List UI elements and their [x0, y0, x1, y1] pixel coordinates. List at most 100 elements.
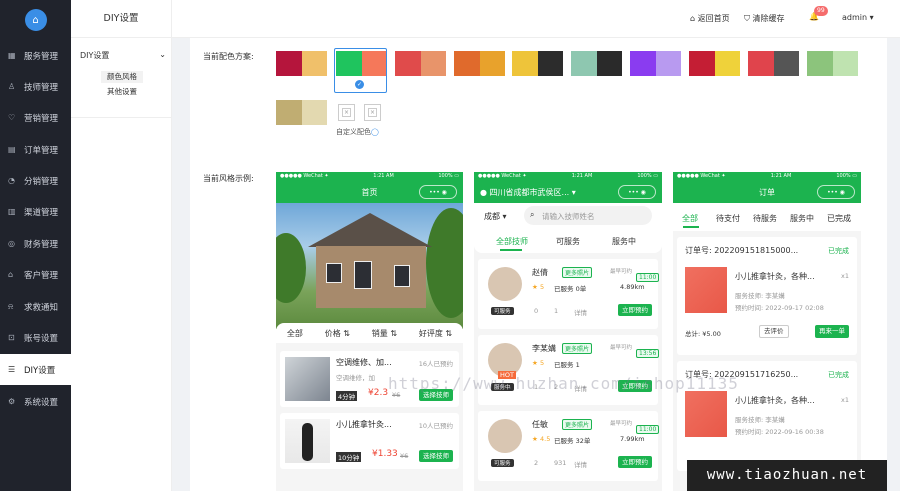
- tab-pending-pay[interactable]: 待支付: [716, 213, 740, 224]
- custom-color-1[interactable]: ×: [338, 104, 355, 121]
- sidebar-item-finance[interactable]: ◎ 财务管理: [0, 228, 71, 259]
- sub-item-color-style[interactable]: 颜色风格: [101, 71, 143, 83]
- user-menu[interactable]: admin ▾: [842, 13, 874, 22]
- sidebar-item-label: 账号设置: [24, 333, 59, 344]
- sidebar-item-customer[interactable]: ⌂ 客户管理: [0, 259, 71, 290]
- filter-sales[interactable]: 销量 ⇅: [372, 328, 397, 339]
- distance: 7.99km: [620, 435, 645, 443]
- sidebar-item-distribution[interactable]: ◔ 分销管理: [0, 165, 71, 196]
- star-icon: ★: [532, 359, 538, 367]
- tab-pending-service[interactable]: 待服务: [753, 213, 777, 224]
- swatch-primary: [454, 51, 480, 76]
- search-icon: ⌕: [530, 210, 535, 219]
- color-swatch-9[interactable]: [748, 51, 799, 76]
- order-appt: 预约时间: 2022-09-17 02:08: [735, 304, 824, 312]
- return-home-link[interactable]: ⌂ 返回首页: [690, 13, 730, 24]
- book-now-button[interactable]: 立即预约: [618, 304, 652, 316]
- sidebar-item-label: 订单管理: [24, 145, 59, 156]
- tab-all-techs[interactable]: 全部技师: [496, 236, 528, 247]
- sidebar-item-sos[interactable]: ⍾ 求救通知: [0, 291, 71, 322]
- earliest-label: 最早可约: [610, 421, 633, 427]
- earliest-label: 最早可约: [610, 345, 633, 351]
- header: 订单 ••• ◉: [673, 181, 861, 203]
- color-swatch-8[interactable]: [689, 51, 740, 76]
- reorder-button[interactable]: 再来一单: [815, 325, 849, 338]
- search-row: 成都 ▾ ⌕ 请输入技师姓名: [474, 203, 662, 229]
- status-left: ●●●●● WeChat ✦: [677, 173, 726, 179]
- tech-card[interactable]: 服务中 李某媾 更多照片 最早可约 13:56 ★ 5 已服务 1 1 2 详情 立即预约 HOT: [478, 335, 660, 405]
- home-icon: ⌂: [690, 14, 696, 23]
- capsule-menu[interactable]: ••• ◉: [618, 185, 656, 199]
- rating: 5: [540, 283, 545, 291]
- tab-completed[interactable]: 已完成: [827, 213, 851, 224]
- more-photos-tag[interactable]: 更多照片: [562, 267, 593, 278]
- color-swatch-4[interactable]: [454, 51, 505, 76]
- sub-item-other-settings[interactable]: 其他设置: [101, 86, 143, 98]
- tab-available[interactable]: 可服务: [556, 236, 580, 247]
- detail-link[interactable]: 详情: [574, 459, 587, 469]
- channel-icon: ▥: [8, 207, 16, 216]
- phone-preview-orders: ●●●●● WeChat ✦ 1:21 AM 100% ▭ 订单 ••• ◉ 全部 待…: [673, 172, 861, 491]
- filter-all[interactable]: 全部: [287, 328, 303, 339]
- review-button[interactable]: 去评价: [759, 325, 789, 338]
- service-title: 小儿推拿针灸...: [336, 420, 392, 429]
- city-select[interactable]: 成都 ▾: [484, 211, 507, 222]
- sidebar-item-service[interactable]: ▦ 服务管理: [0, 40, 71, 71]
- clear-cache-link[interactable]: ⛉ 清除缓存: [744, 13, 785, 24]
- book-now-button[interactable]: 立即预约: [618, 456, 652, 468]
- sidebar-item-channel[interactable]: ▥ 渠道管理: [0, 196, 71, 227]
- color-swatch-1[interactable]: [276, 51, 327, 76]
- more-photos-tag[interactable]: 更多照片: [562, 343, 593, 354]
- swatch-secondary: [714, 51, 740, 76]
- status-right: 100% ▭: [438, 173, 459, 179]
- color-swatch-10[interactable]: [807, 51, 858, 76]
- order-total: 总计: ¥5.00: [685, 330, 721, 338]
- sidebar-item-label: 求救通知: [24, 302, 59, 313]
- order-status: 已完成: [828, 247, 849, 255]
- filter-price[interactable]: 价格 ⇅: [325, 328, 350, 339]
- check-icon: ✓: [355, 80, 364, 89]
- tab-in-service[interactable]: 服务中: [790, 213, 814, 224]
- tech-card[interactable]: 可服务 赵倩 更多照片 最早可约 11:00 ★ 5 已服务 0单 4.89km 0 1 详情 立即预约: [478, 259, 660, 329]
- order-thumb: [685, 267, 727, 313]
- detail-link[interactable]: 详情: [574, 307, 587, 317]
- swatch-secondary: [773, 51, 799, 76]
- order-card[interactable]: 订单号: 202209151815000... 已完成 小儿推拿针灸，各种...…: [677, 237, 857, 355]
- circle-icon: ◯: [371, 128, 379, 136]
- swatch-primary: [630, 51, 656, 76]
- service-title: 空调维修、加...: [336, 358, 392, 367]
- tech-card[interactable]: 可服务 任敏 更多照片 最早可约 11:00 ★ 4.5 已服务 32单 7.99km 2 931 详…: [478, 411, 660, 481]
- sub-group-diy[interactable]: DIY设置 ⌄: [80, 50, 166, 61]
- window: [354, 261, 372, 289]
- swatch-secondary: [479, 51, 505, 76]
- order-icon: ▤: [8, 145, 16, 154]
- filter-rating[interactable]: 好评度 ⇅: [419, 328, 452, 339]
- search-input[interactable]: ⌕ 请输入技师姓名: [524, 206, 652, 225]
- custom-color-link[interactable]: 自定义配色◯: [336, 127, 379, 137]
- sidebar-item-label: 技师管理: [24, 82, 59, 93]
- sidebar-item-system[interactable]: ⚙ 系统设置: [0, 386, 71, 417]
- tab-all[interactable]: 全部: [682, 213, 698, 224]
- sidebar-item-diy[interactable]: ☰ DIY设置: [0, 354, 71, 385]
- service-card[interactable]: 小儿推拿针灸... 10人已预约 10分钟 ¥1.33 ¥6 选择技师: [280, 413, 459, 469]
- location-text[interactable]: 四川省成都市武侯区...: [490, 187, 570, 198]
- sidebar-item-marketing[interactable]: ♡ 营销管理: [0, 102, 71, 133]
- color-swatch-6[interactable]: [571, 51, 622, 76]
- capsule-menu[interactable]: ••• ◉: [419, 185, 457, 199]
- color-swatch-5[interactable]: [512, 51, 563, 76]
- window: [394, 265, 410, 287]
- swatch-secondary: [537, 51, 563, 76]
- custom-color-2[interactable]: ×: [364, 104, 381, 121]
- status-bar: ●●●●● WeChat ✦ 1:21 AM 100% ▭: [474, 172, 662, 181]
- color-swatch-3[interactable]: [395, 51, 446, 76]
- choose-tech-button[interactable]: 选择技师: [419, 450, 453, 462]
- color-swatch-7[interactable]: [630, 51, 681, 76]
- sidebar-item-tech[interactable]: ♙ 技师管理: [0, 71, 71, 102]
- sidebar-item-order[interactable]: ▤ 订单管理: [0, 134, 71, 165]
- more-photos-tag[interactable]: 更多照片: [562, 419, 593, 430]
- notification-badge: 99: [814, 6, 828, 16]
- capsule-menu[interactable]: ••• ◉: [817, 185, 855, 199]
- color-swatch-11[interactable]: [276, 100, 327, 125]
- sidebar-item-account[interactable]: ⊡ 账号设置: [0, 322, 71, 353]
- tab-in-service[interactable]: 服务中: [612, 236, 636, 247]
